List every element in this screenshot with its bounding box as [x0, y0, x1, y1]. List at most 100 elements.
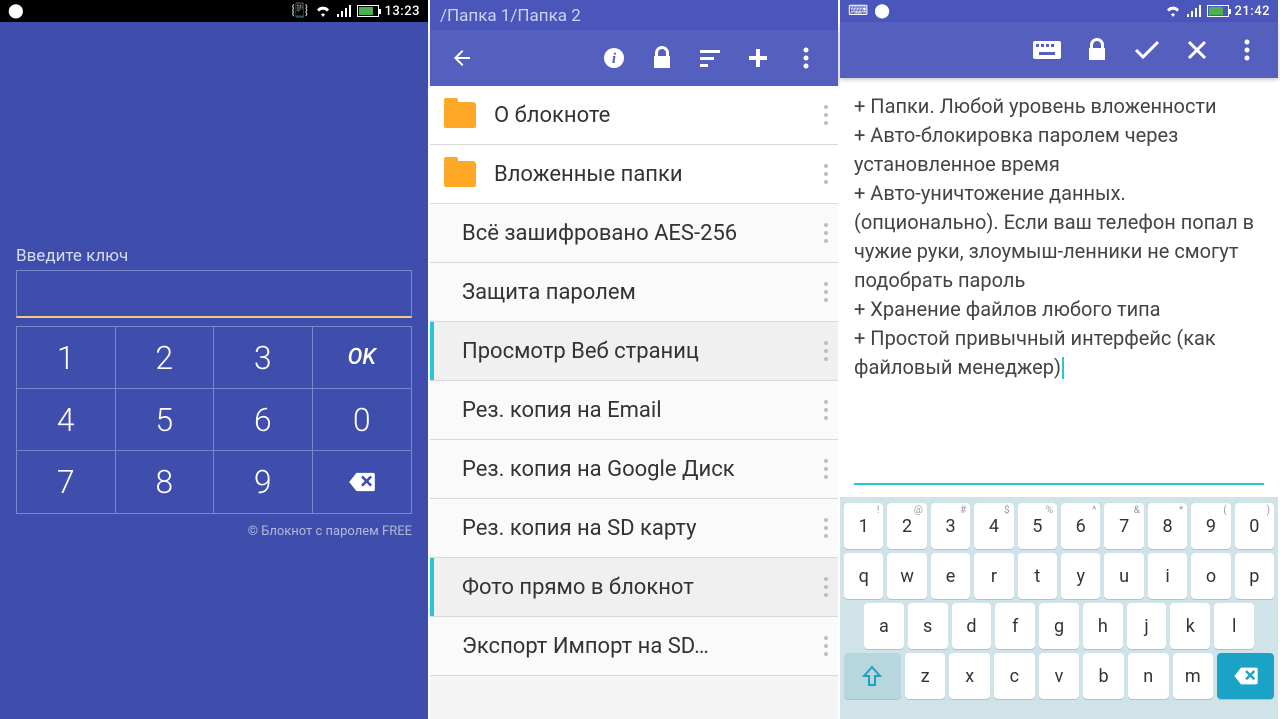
kb-key-9[interactable]: 9(: [1191, 503, 1230, 549]
kb-key-j[interactable]: j: [1127, 603, 1167, 649]
kb-key-8[interactable]: 8*: [1148, 503, 1187, 549]
kb-key-5[interactable]: 5%: [1018, 503, 1057, 549]
kb-key-h[interactable]: h: [1083, 603, 1123, 649]
kb-key-3[interactable]: 3#: [931, 503, 970, 549]
item-overflow-button[interactable]: [824, 516, 828, 540]
input-label: Введите ключ: [0, 246, 428, 270]
item-overflow-button[interactable]: [824, 339, 828, 363]
kb-key-4[interactable]: 4$: [974, 503, 1013, 549]
folder-item[interactable]: О блокноте: [430, 86, 838, 145]
kb-key-o[interactable]: o: [1191, 553, 1230, 599]
item-overflow-button[interactable]: [824, 103, 828, 127]
item-overflow-button[interactable]: [824, 162, 828, 186]
kb-key-c[interactable]: c: [994, 653, 1035, 699]
key-4[interactable]: 4: [17, 389, 116, 451]
key-0[interactable]: 0: [313, 389, 412, 451]
folder-icon: [444, 161, 476, 187]
kb-backspace[interactable]: [1217, 653, 1274, 699]
kb-key-x[interactable]: x: [949, 653, 990, 699]
kb-key-u[interactable]: u: [1104, 553, 1143, 599]
kb-key-q[interactable]: q: [844, 553, 883, 599]
kb-key-l[interactable]: l: [1214, 603, 1254, 649]
kb-key-r[interactable]: r: [974, 553, 1013, 599]
kb-key-i[interactable]: i: [1148, 553, 1187, 599]
item-label: Всё зашифровано AES-256: [462, 221, 824, 246]
kb-key-t[interactable]: t: [1018, 553, 1057, 599]
sort-icon: [698, 48, 722, 68]
key-2[interactable]: 2: [116, 327, 215, 389]
kb-key-e[interactable]: e: [931, 553, 970, 599]
signal-icon: [337, 5, 351, 17]
item-label: О блокноте: [494, 103, 824, 128]
folder-item[interactable]: Вложенные папки: [430, 145, 838, 204]
note-textarea[interactable]: + Папки. Любой уровень вложенности+ Авто…: [840, 78, 1278, 475]
password-input[interactable]: [16, 270, 412, 318]
kb-key-7[interactable]: 7&: [1104, 503, 1143, 549]
overflow-button[interactable]: [782, 34, 830, 82]
item-list: О блокноте Вложенные папки Всё зашифровано…: [430, 86, 838, 719]
lock-button[interactable]: [638, 34, 686, 82]
key-3[interactable]: 3: [214, 327, 313, 389]
item-overflow-button[interactable]: [824, 221, 828, 245]
kb-key-k[interactable]: k: [1170, 603, 1210, 649]
key-ok[interactable]: OK: [313, 327, 412, 389]
kb-key-b[interactable]: b: [1083, 653, 1124, 699]
kb-key-n[interactable]: n: [1128, 653, 1169, 699]
note-item[interactable]: Рез. копия на SD карту: [430, 499, 838, 558]
item-label: Фото прямо в блокнот: [462, 575, 824, 600]
kb-key-v[interactable]: v: [1039, 653, 1080, 699]
sort-button[interactable]: [686, 34, 734, 82]
info-button[interactable]: i: [590, 34, 638, 82]
cancel-button[interactable]: [1172, 26, 1222, 74]
key-6[interactable]: 6: [214, 389, 313, 451]
item-overflow-button[interactable]: [824, 634, 828, 658]
note-item[interactable]: Просмотр Веб страниц: [430, 322, 838, 381]
note-item[interactable]: Рез. копия на Google Диск: [430, 440, 838, 499]
note-item[interactable]: Защита паролем: [430, 263, 838, 322]
overflow-button[interactable]: [1222, 26, 1272, 74]
kb-key-0[interactable]: 0): [1235, 503, 1274, 549]
shift-icon: [862, 665, 882, 687]
key-5[interactable]: 5: [116, 389, 215, 451]
kb-key-w[interactable]: w: [887, 553, 926, 599]
wifi-icon: [1165, 5, 1181, 17]
kb-key-a[interactable]: a: [864, 603, 904, 649]
note-item[interactable]: Рез. копия на Email: [430, 381, 838, 440]
kb-key-z[interactable]: z: [905, 653, 946, 699]
key-backspace[interactable]: [313, 451, 412, 513]
item-label: Рез. копия на Email: [462, 398, 824, 423]
kb-key-g[interactable]: g: [1039, 603, 1079, 649]
kb-key-d[interactable]: d: [952, 603, 992, 649]
item-overflow-button[interactable]: [824, 398, 828, 422]
add-button[interactable]: [734, 34, 782, 82]
kb-key-6[interactable]: 6^: [1061, 503, 1100, 549]
kb-key-m[interactable]: m: [1173, 653, 1214, 699]
item-overflow-button[interactable]: [824, 280, 828, 304]
item-overflow-button[interactable]: [824, 457, 828, 481]
key-9[interactable]: 9: [214, 451, 313, 513]
toolbar: [840, 22, 1278, 78]
kb-shift[interactable]: [844, 653, 901, 699]
info-icon: i: [602, 46, 626, 70]
keyboard-toggle-button[interactable]: [1022, 26, 1072, 74]
key-8[interactable]: 8: [116, 451, 215, 513]
kb-key-f[interactable]: f: [995, 603, 1035, 649]
note-item[interactable]: Экспорт Импорт на SD…: [430, 617, 838, 676]
note-item[interactable]: Фото прямо в блокнот: [430, 558, 838, 617]
confirm-button[interactable]: [1122, 26, 1172, 74]
note-item[interactable]: Всё зашифровано AES-256: [430, 204, 838, 263]
key-7[interactable]: 7: [17, 451, 116, 513]
vibrate-icon: 📳: [291, 3, 308, 19]
item-overflow-button[interactable]: [824, 575, 828, 599]
folder-icon: [444, 102, 476, 128]
kb-key-p[interactable]: p: [1235, 553, 1274, 599]
back-button[interactable]: [438, 34, 486, 82]
lock-button[interactable]: [1072, 26, 1122, 74]
kb-key-2[interactable]: 2@: [887, 503, 926, 549]
kb-key-1[interactable]: 1!: [844, 503, 883, 549]
key-1[interactable]: 1: [17, 327, 116, 389]
wifi-icon: [315, 5, 331, 17]
kb-key-y[interactable]: y: [1061, 553, 1100, 599]
toolbar: i: [430, 30, 838, 86]
kb-key-s[interactable]: s: [908, 603, 948, 649]
